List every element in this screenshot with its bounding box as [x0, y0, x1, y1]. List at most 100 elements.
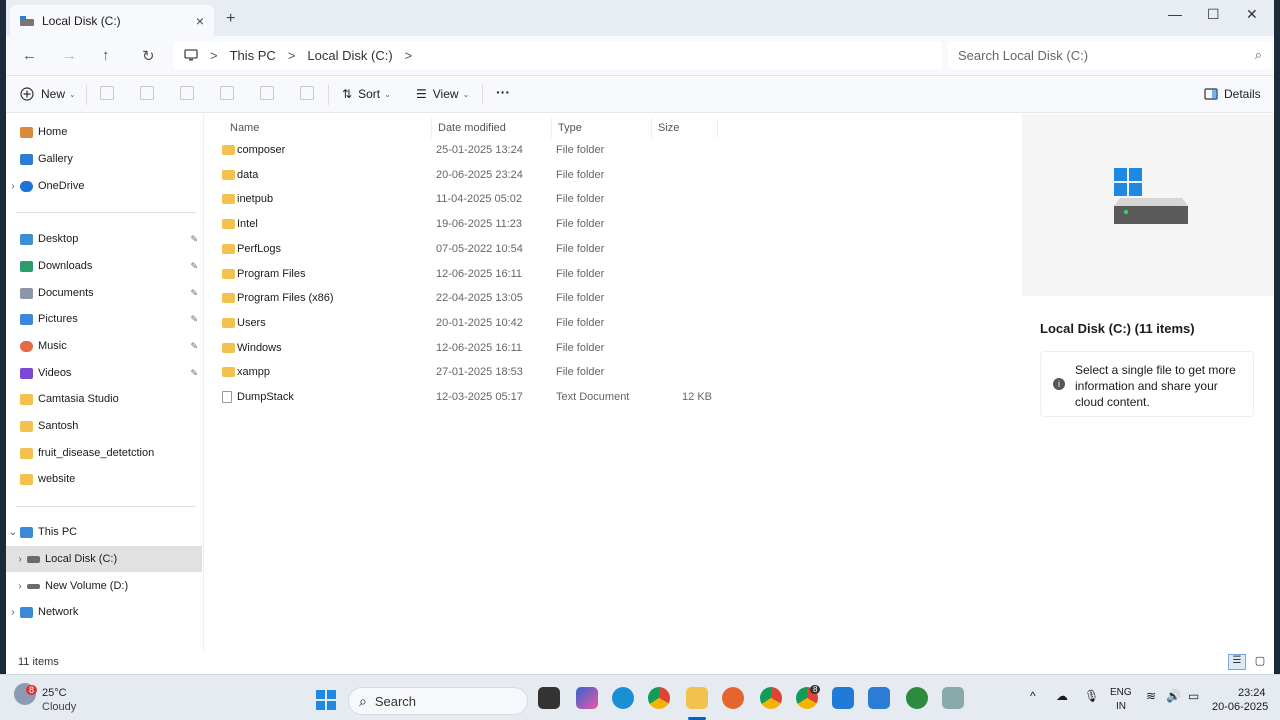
firefox-icon[interactable]: [722, 687, 744, 709]
view-button[interactable]: ☰ View ⌄: [416, 87, 469, 101]
mongodb-icon[interactable]: [906, 687, 928, 709]
pc-icon: [20, 526, 33, 538]
share-icon[interactable]: [260, 86, 274, 100]
microphone-icon[interactable]: 🎙: [1084, 689, 1099, 703]
sidebar-item-fruit-disease[interactable]: fruit_disease_detetction: [6, 440, 202, 466]
up-button[interactable]: ↑: [102, 47, 110, 64]
search-box[interactable]: Search Local Disk (C:) ⌕: [948, 41, 1272, 69]
wifi-icon[interactable]: ≋: [1146, 689, 1156, 703]
more-options-button[interactable]: ···: [496, 84, 510, 100]
maximize-button[interactable]: ☐: [1207, 6, 1220, 23]
edge-icon[interactable]: [612, 687, 634, 709]
sidebar-item-camtasia[interactable]: Camtasia Studio: [6, 386, 202, 412]
forward-button[interactable]: →: [62, 47, 77, 64]
delete-icon[interactable]: [300, 86, 314, 100]
sidebar-item-new-volume[interactable]: › New Volume (D:): [6, 573, 202, 599]
search-icon: ⌕: [359, 692, 367, 709]
breadcrumb-sep[interactable]: >: [288, 48, 296, 63]
breadcrumb-this-pc[interactable]: This PC: [230, 48, 276, 63]
sidebar-item-onedrive[interactable]: › OneDrive: [6, 173, 202, 199]
table-row[interactable]: xampp 27-01-2025 18:53 File folder: [204, 360, 724, 384]
chevron-right-icon[interactable]: ›: [6, 181, 20, 192]
details-button[interactable]: Details: [1204, 87, 1261, 101]
chrome-profile-icon[interactable]: [760, 687, 782, 709]
sidebar-item-gallery[interactable]: Gallery: [6, 146, 202, 172]
tiles-view-toggle[interactable]: ▢: [1252, 654, 1268, 670]
language-bottom[interactable]: IN: [1116, 701, 1126, 712]
chevron-right-icon[interactable]: ›: [6, 607, 20, 618]
table-row[interactable]: data 20-06-2025 23:24 File folder: [204, 163, 724, 187]
table-row[interactable]: Program Files 12-06-2025 16:11 File folder: [204, 262, 724, 286]
table-row[interactable]: composer 25-01-2025 13:24 File folder: [204, 138, 724, 162]
copy-icon[interactable]: [140, 86, 154, 100]
new-tab-button[interactable]: +: [226, 10, 235, 28]
search-icon[interactable]: ⌕: [1255, 47, 1262, 63]
folder-icon: [20, 447, 33, 459]
weather-desc[interactable]: Cloudy: [42, 701, 76, 713]
table-row[interactable]: PerfLogs 07-05-2022 10:54 File folder: [204, 237, 724, 261]
file-size: 12 KB: [682, 391, 712, 403]
close-tab-icon[interactable]: ×: [196, 13, 204, 29]
weather-temp[interactable]: 25°C: [42, 687, 67, 699]
chrome-icon[interactable]: [648, 687, 670, 709]
column-header-date[interactable]: Date modified: [432, 118, 552, 138]
copilot-icon[interactable]: [576, 687, 598, 709]
cut-icon[interactable]: [100, 86, 114, 100]
rename-icon[interactable]: [220, 86, 234, 100]
sidebar-item-music[interactable]: Music ✎: [6, 333, 202, 359]
address-box[interactable]: > This PC > Local Disk (C:) >: [174, 41, 942, 69]
paste-icon[interactable]: [180, 86, 194, 100]
column-header-name[interactable]: Name: [224, 118, 432, 138]
table-row[interactable]: Program Files (x86) 22-04-2025 13:05 File …: [204, 286, 724, 310]
sidebar-item-this-pc[interactable]: ⌄ This PC: [6, 519, 202, 545]
language-top[interactable]: ENG: [1110, 687, 1132, 698]
close-window-button[interactable]: ✕: [1246, 6, 1258, 23]
sidebar-item-downloads[interactable]: Downloads ✎: [6, 253, 202, 279]
chevron-right-icon[interactable]: ›: [13, 554, 27, 565]
file-explorer-taskbar-icon[interactable]: [686, 687, 708, 709]
column-header-type[interactable]: Type: [552, 118, 652, 138]
taskbar-search[interactable]: ⌕ Search: [348, 687, 528, 715]
refresh-button[interactable]: ↻: [142, 47, 155, 65]
task-view-icon[interactable]: [538, 687, 560, 709]
sidebar-item-local-disk[interactable]: › Local Disk (C:): [6, 546, 202, 572]
breadcrumb-sep[interactable]: >: [405, 48, 413, 63]
minimize-button[interactable]: —: [1168, 6, 1182, 22]
app-icon[interactable]: [942, 687, 964, 709]
sidebar-item-documents[interactable]: Documents ✎: [6, 280, 202, 306]
table-row[interactable]: DumpStack 12-03-2025 05:17 Text Document 12…: [204, 385, 724, 409]
volume-icon[interactable]: 🔊: [1166, 689, 1181, 703]
sidebar-item-pictures[interactable]: Pictures ✎: [6, 306, 202, 332]
table-row[interactable]: Users 20-01-2025 10:42 File folder: [204, 311, 724, 335]
clock-date[interactable]: 20-06-2025: [1212, 701, 1268, 713]
clock-time[interactable]: 23:24: [1238, 687, 1266, 699]
sort-button[interactable]: ⇅ Sort ⌄: [342, 87, 391, 101]
table-row[interactable]: Intel 19-06-2025 11:23 File folder: [204, 212, 724, 236]
sidebar-item-website[interactable]: website: [6, 466, 202, 492]
notepad-icon[interactable]: [868, 687, 890, 709]
sidebar-item-videos[interactable]: Videos ✎: [6, 360, 202, 386]
start-icon[interactable]: [316, 690, 336, 710]
sidebar-item-label: This PC: [38, 526, 78, 538]
battery-icon[interactable]: ▭: [1188, 689, 1199, 703]
chevron-down-icon[interactable]: ⌄: [6, 527, 20, 538]
breadcrumb-local-disk[interactable]: Local Disk (C:): [307, 48, 392, 63]
chevron-right-icon[interactable]: ›: [13, 581, 27, 592]
sidebar-item-santosh[interactable]: Santosh: [6, 413, 202, 439]
tab-local-disk[interactable]: Local Disk (C:) ×: [10, 5, 214, 36]
table-row[interactable]: Windows 12-06-2025 16:11 File folder: [204, 336, 724, 360]
back-button[interactable]: ←: [22, 47, 37, 64]
column-header-size[interactable]: Size: [652, 118, 718, 138]
sidebar-item-network[interactable]: › Network: [6, 599, 202, 625]
folder-icon: [20, 473, 33, 485]
details-view-toggle[interactable]: ☰: [1228, 654, 1246, 670]
sidebar-item-desktop[interactable]: Desktop ✎: [6, 226, 202, 252]
vscode-icon[interactable]: [832, 687, 854, 709]
search-input[interactable]: Search Local Disk (C:): [958, 48, 1255, 63]
sidebar-item-home[interactable]: Home: [6, 119, 202, 145]
table-row[interactable]: inetpub 11-04-2025 05:02 File folder: [204, 187, 724, 211]
chevron-up-icon[interactable]: ^: [1030, 689, 1036, 703]
new-button[interactable]: New ⌄: [20, 87, 76, 101]
sort-icon: ⇅: [342, 87, 353, 101]
cloud-sync-icon[interactable]: ☁: [1056, 689, 1068, 703]
